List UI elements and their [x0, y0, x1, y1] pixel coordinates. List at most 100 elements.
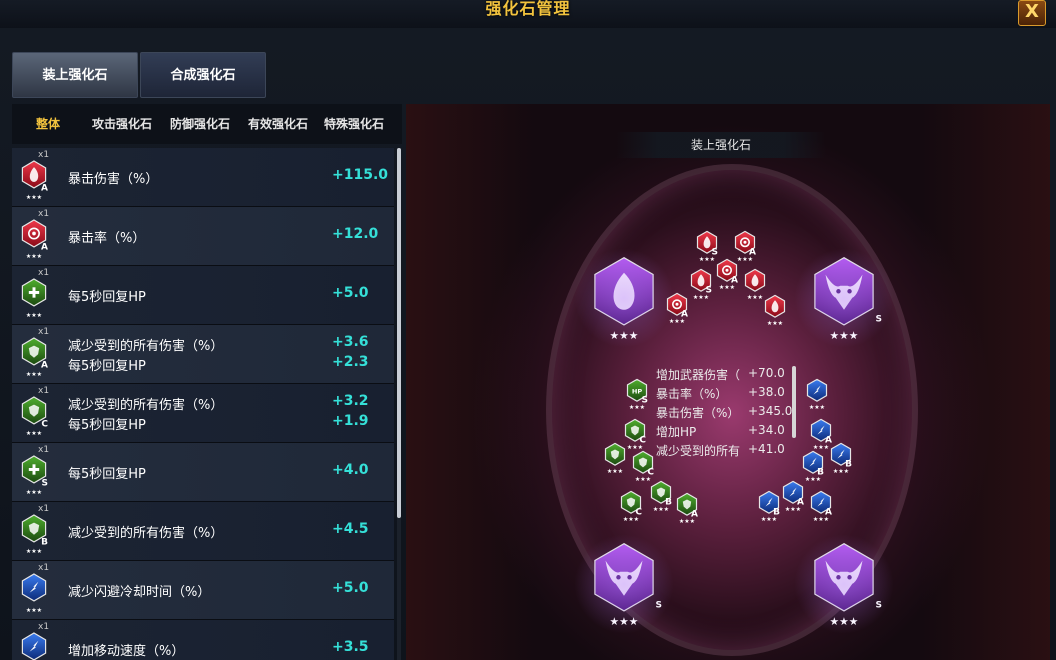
green-socket-gem[interactable]: HP S ★★★ [624, 376, 650, 411]
filter-tab-attack[interactable]: 攻击强化石 [92, 104, 152, 144]
stone-stat-label: 每5秒回复HP [68, 418, 146, 433]
summary-value: +70.0 [748, 366, 785, 380]
window-title: 强化石管理 [485, 0, 571, 18]
svg-text:★★★: ★★★ [26, 548, 42, 554]
red-socket-gem[interactable]: A ★★★ [714, 256, 740, 291]
svg-text:★★★: ★★★ [785, 506, 801, 512]
blue-socket-gem[interactable]: A ★★★ [808, 488, 834, 523]
summary-label: 暴击伤害（%） [656, 406, 740, 420]
stat-summary: 增加武器伤害（ +70.0 暴击率（%） +38.0 暴击伤害（%） +345.… [656, 366, 804, 462]
summary-label: 暴击率（%） [656, 387, 728, 401]
scrollbar-thumb[interactable] [397, 148, 401, 518]
summary-label: 增加武器伤害（ [656, 368, 741, 382]
svg-text:★★★: ★★★ [809, 404, 825, 410]
svg-text:★★★: ★★★ [679, 518, 695, 524]
svg-text:A: A [41, 360, 48, 370]
summary-label: 增加HP [656, 425, 697, 439]
stone-list-row[interactable]: x1 ★★★ 每5秒回复HP +5.0 [12, 266, 394, 325]
stone-list: x1 A ★★★ 暴击伤害（%） +115.0 x1 A ★★★ 暴击率（%） +12.0… [12, 148, 394, 660]
stone-list-row[interactable]: x1 C ★★★ 减少受到的所有伤害（%） +3.2 每5秒回复HP +1.9 [12, 384, 394, 443]
summary-value: +34.0 [748, 423, 785, 437]
tab-equip-stones[interactable]: 装上强化石 [12, 52, 138, 98]
svg-text:HP: HP [632, 387, 642, 395]
stone-list-row[interactable]: x1 A ★★★ 暴击率（%） +12.0 [12, 207, 394, 266]
svg-text:★★★: ★★★ [607, 468, 623, 474]
red-socket-gem[interactable]: A ★★★ [664, 290, 690, 325]
summary-label: 减少受到的所有 [656, 444, 741, 458]
green-gem-shield-plus-icon: C ★★★ [18, 392, 50, 437]
big-gem-flame[interactable]: ★★★ [574, 248, 674, 348]
stone-stat-value: +1.9 [332, 413, 369, 429]
stone-stat-value: +3.5 [332, 639, 369, 655]
green-socket-gem[interactable]: B ★★★ [648, 478, 674, 513]
big-gem-demon-bottom-left[interactable]: S★★★ [574, 534, 674, 634]
svg-text:★★★: ★★★ [26, 371, 42, 377]
red-socket-gem[interactable]: S ★★★ [688, 266, 714, 301]
panel-header: 装上强化石 [616, 132, 826, 158]
svg-text:★★★: ★★★ [719, 284, 735, 290]
stone-list-row[interactable]: x1 S ★★★ 每5秒回复HP +4.0 [12, 443, 394, 502]
svg-text:★★★: ★★★ [833, 468, 849, 474]
stone-stat-label: 每5秒回复HP [68, 467, 146, 482]
filter-tab-effective[interactable]: 有效强化石 [248, 104, 308, 144]
stone-stat-value: +4.5 [332, 521, 369, 537]
green-socket-gem[interactable]: ★★★ [602, 440, 628, 475]
blue-socket-gem[interactable]: B ★★★ [828, 440, 854, 475]
filter-tab-special[interactable]: 特殊强化石 [324, 104, 384, 144]
green-socket-gem[interactable]: C ★★★ [630, 448, 656, 483]
stone-stat-value: +12.0 [332, 226, 379, 242]
stone-stat-value: +3.2 [332, 393, 369, 409]
svg-text:★★★: ★★★ [813, 516, 829, 522]
big-gem-demon-bottom-right[interactable]: S★★★ [794, 534, 894, 634]
red-gem-aim-icon: A ★★★ [18, 215, 50, 260]
stone-list-row[interactable]: x1 A ★★★ 减少受到的所有伤害（%） +3.6 每5秒回复HP +2.3 [12, 325, 394, 384]
svg-text:★★★: ★★★ [26, 253, 42, 259]
svg-text:★★★: ★★★ [747, 294, 763, 300]
stone-stat-label: 每5秒回复HP [68, 359, 146, 374]
svg-text:★★★: ★★★ [26, 489, 42, 495]
big-gem-demon-top[interactable]: S★★★ [794, 248, 894, 348]
svg-text:A: A [41, 242, 48, 252]
stone-stat-label: 暴击率（%） [68, 231, 146, 246]
svg-text:★★★: ★★★ [761, 516, 777, 522]
green-socket-gem[interactable]: C ★★★ [618, 488, 644, 523]
filter-tab-defense[interactable]: 防御强化石 [170, 104, 230, 144]
svg-text:★★★: ★★★ [767, 320, 783, 326]
svg-text:C: C [41, 419, 48, 429]
stone-stat-value: +4.0 [332, 462, 369, 478]
stone-stat-value: +2.3 [332, 354, 369, 370]
stone-stat-label: 减少受到的所有伤害（%） [68, 526, 224, 541]
summary-value: +41.0 [748, 442, 785, 456]
blue-socket-gem[interactable]: A ★★★ [780, 478, 806, 513]
stone-stat-label: 暴击伤害（%） [68, 172, 159, 187]
summary-scrollbar[interactable] [792, 366, 796, 438]
stone-list-row[interactable]: x1 A ★★★ 暴击伤害（%） +115.0 [12, 148, 394, 207]
green-socket-gem[interactable]: A ★★★ [674, 490, 700, 525]
red-socket-gem[interactable]: ★★★ [762, 292, 788, 327]
green-gem-shield-icon: B ★★★ [18, 510, 50, 555]
stone-stat-label: 减少闪避冷却时间（%） [68, 585, 211, 600]
close-button[interactable]: X [1018, 0, 1046, 26]
svg-text:★★★: ★★★ [653, 506, 669, 512]
stone-list-row[interactable]: x1 ★★★ 减少闪避冷却时间（%） +5.0 [12, 561, 394, 620]
svg-text:★★★: ★★★ [26, 194, 42, 200]
green-gem-cross-icon: S ★★★ [18, 451, 50, 496]
stone-stat-label: 增加移动速度（%） [68, 644, 185, 659]
blue-socket-gem[interactable]: B ★★★ [756, 488, 782, 523]
svg-text:★★★: ★★★ [26, 430, 42, 436]
stone-list-row[interactable]: x1 B ★★★ 减少受到的所有伤害（%） +4.5 [12, 502, 394, 561]
red-gem-flame-icon: A ★★★ [18, 156, 50, 201]
stone-stat-value: +3.6 [332, 334, 369, 350]
blue-socket-gem[interactable]: ★★★ [804, 376, 830, 411]
stone-list-row[interactable]: x1 ★★★ 增加移动速度（%）+3.5 [12, 620, 394, 660]
filter-tab-all[interactable]: 整体 [36, 104, 60, 144]
svg-text:★★★: ★★★ [629, 404, 645, 410]
svg-text:S: S [42, 478, 48, 488]
summary-value: +345.0 [748, 404, 793, 418]
stone-stat-label: 减少受到的所有伤害（%） [68, 398, 224, 413]
summary-value: +38.0 [748, 385, 785, 399]
stone-stat-label: 减少受到的所有伤害（%） [68, 339, 224, 354]
blue-socket-gem[interactable]: B ★★★ [800, 448, 826, 483]
stone-stat-value: +5.0 [332, 580, 369, 596]
tab-synthesize-stones[interactable]: 合成强化石 [140, 52, 266, 98]
